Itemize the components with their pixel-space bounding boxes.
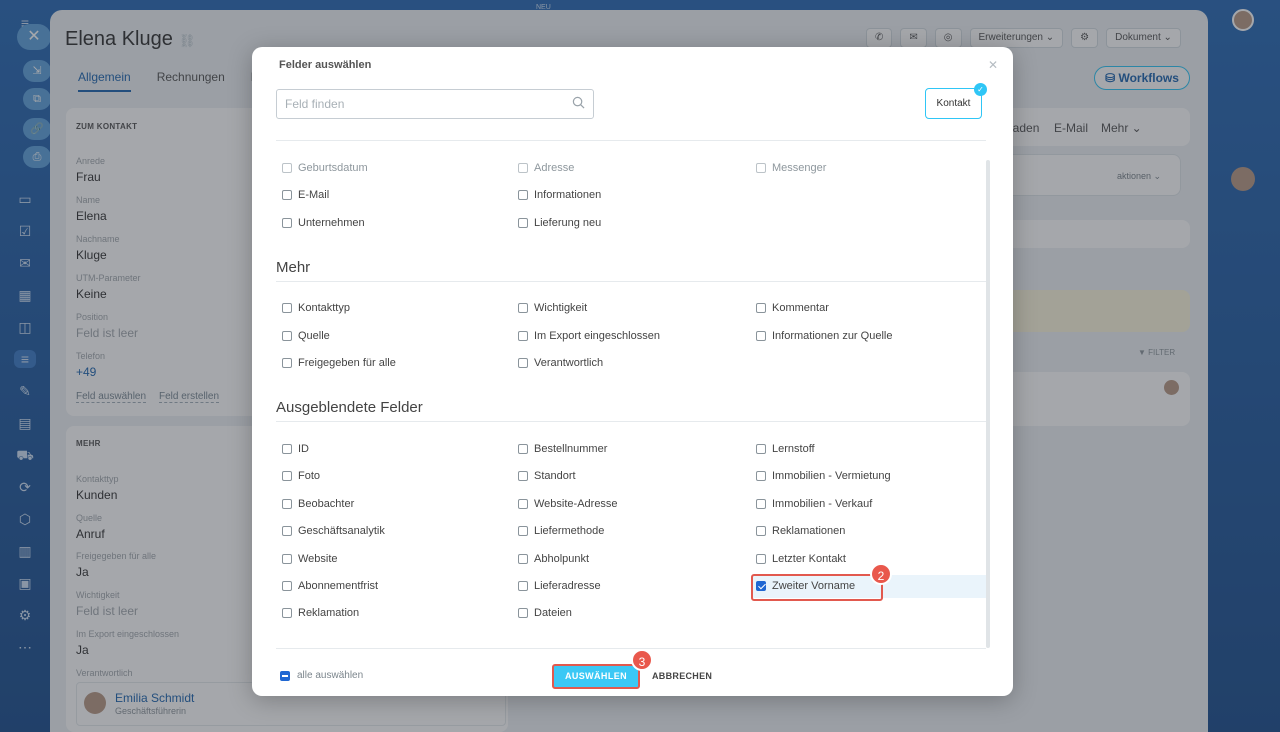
checkbox-abholpunkt[interactable]: Abholpunkt xyxy=(518,553,589,565)
checkbox-immobilien-vermietung[interactable]: Immobilien - Vermietung xyxy=(756,470,891,482)
checkbox-geburtsdatum[interactable]: Geburtsdatum xyxy=(282,162,368,174)
divider xyxy=(276,421,986,422)
checkbox-abonnementfrist[interactable]: Abonnementfrist xyxy=(282,580,378,592)
field-search xyxy=(276,89,594,119)
checkbox-reklamationen[interactable]: Reklamationen xyxy=(756,525,845,537)
group-hidden-title: Ausgeblendete Felder xyxy=(276,399,423,416)
checkbox-informationen[interactable]: Informationen xyxy=(518,189,601,201)
checkbox-lernstoff[interactable]: Lernstoff xyxy=(756,443,815,455)
checkbox-quelle[interactable]: Quelle xyxy=(282,330,330,342)
checkbox-bestellnummer[interactable]: Bestellnummer xyxy=(518,443,607,455)
checkbox-geschaeftsanalytik[interactable]: Geschäftsanalytik xyxy=(282,525,385,537)
checkbox-im-export[interactable]: Im Export eingeschlossen xyxy=(518,330,660,342)
checkbox-unternehmen[interactable]: Unternehmen xyxy=(282,217,365,229)
select-all-checkbox[interactable]: alle auswählen xyxy=(280,670,363,681)
checkbox-website-adresse[interactable]: Website-Adresse xyxy=(518,498,618,510)
step-badge-3: 3 xyxy=(631,649,653,671)
checkbox-verantwortlich[interactable]: Verantwortlich xyxy=(518,357,603,369)
checkbox-informationen-zur-quelle[interactable]: Informationen zur Quelle xyxy=(756,330,892,342)
checkbox-letzter-kontakt[interactable]: Letzter Kontakt xyxy=(756,553,846,565)
checkbox-wichtigkeit[interactable]: Wichtigkeit xyxy=(518,302,587,314)
dialog-scrollbar[interactable] xyxy=(986,160,990,648)
step-badge-2: 2 xyxy=(870,563,892,585)
checkbox-website[interactable]: Website xyxy=(282,553,338,565)
group-more-title: Mehr xyxy=(276,259,311,276)
checkbox-liefermethode[interactable]: Liefermethode xyxy=(518,525,604,537)
checkbox-lieferadresse[interactable]: Lieferadresse xyxy=(518,580,601,592)
step-highlight-box xyxy=(751,574,883,601)
checkbox-kommentar[interactable]: Kommentar xyxy=(756,302,829,314)
checkbox-id[interactable]: ID xyxy=(282,443,309,455)
checkbox-immobilien-verkauf[interactable]: Immobilien - Verkauf xyxy=(756,498,872,510)
checkbox-kontakttyp[interactable]: Kontakttyp xyxy=(282,302,350,314)
checkbox-adresse[interactable]: Adresse xyxy=(518,162,574,174)
checkbox-dateien[interactable]: Dateien xyxy=(518,607,572,619)
search-input[interactable] xyxy=(277,90,557,118)
check-icon: ✓ xyxy=(974,83,987,96)
checkbox-foto[interactable]: Foto xyxy=(282,470,320,482)
select-button[interactable]: AUSWÄHLEN xyxy=(552,664,640,689)
close-icon[interactable]: ✕ xyxy=(988,58,998,72)
entity-kontakt-button[interactable]: Kontakt ✓ xyxy=(925,83,987,119)
cancel-button[interactable]: ABBRECHEN xyxy=(652,671,712,681)
checkbox-standort[interactable]: Standort xyxy=(518,470,576,482)
checkbox-lieferung-neu[interactable]: Lieferung neu xyxy=(518,217,601,229)
divider xyxy=(276,140,986,141)
field-select-dialog xyxy=(252,47,1013,696)
checkbox-beobachter[interactable]: Beobachter xyxy=(282,498,354,510)
checkbox-freigegeben[interactable]: Freigegeben für alle xyxy=(282,357,396,369)
divider xyxy=(276,648,986,649)
dialog-title: Felder auswählen xyxy=(279,59,372,71)
checkbox-email[interactable]: E-Mail xyxy=(282,189,329,201)
divider xyxy=(276,281,986,282)
checkbox-messenger[interactable]: Messenger xyxy=(756,162,826,174)
checkbox-reklamation[interactable]: Reklamation xyxy=(282,607,359,619)
search-icon[interactable] xyxy=(572,96,585,109)
